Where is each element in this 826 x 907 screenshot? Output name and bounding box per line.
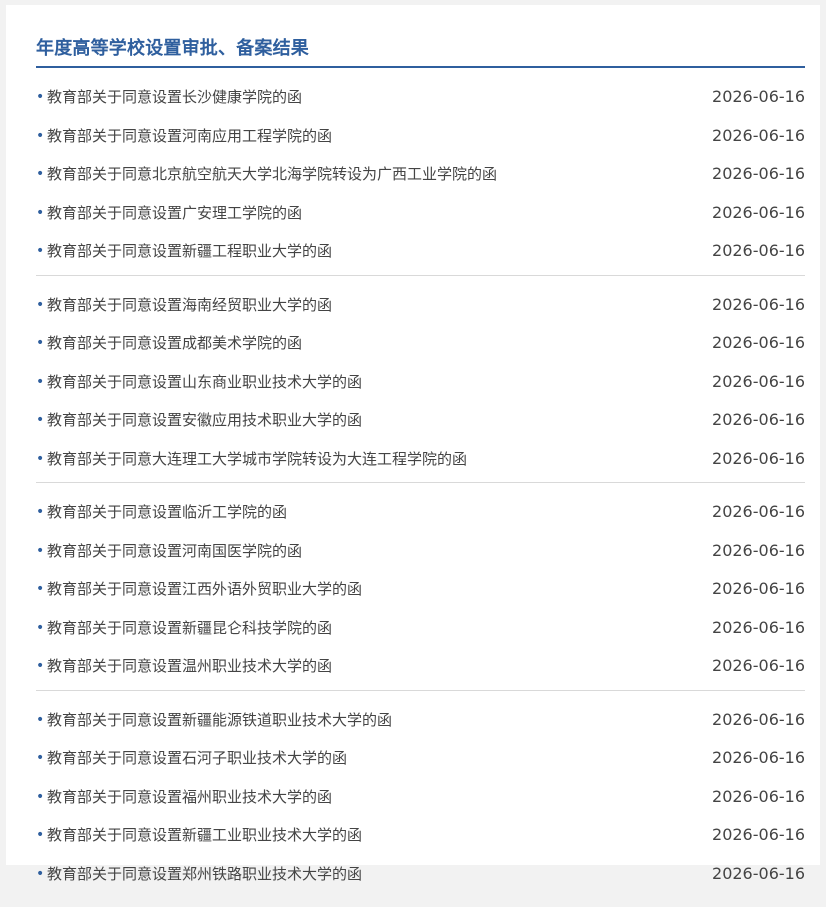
list-item-date: 2026-06-16: [712, 410, 805, 429]
list-item[interactable]: • 教育部关于同意设置郑州铁路职业技术大学的函 2026-06-16: [36, 855, 805, 894]
list-item-title-link[interactable]: 教育部关于同意设置新疆能源铁道职业技术大学的函: [47, 701, 392, 739]
list-item[interactable]: • 教育部关于同意设置江西外语外贸职业大学的函 2026-06-16: [36, 570, 805, 609]
list-item-date: 2026-06-16: [712, 540, 805, 560]
dot-bullet-icon: •: [36, 89, 45, 105]
dot-bullet-icon: •: [36, 504, 45, 520]
dot-bullet-icon: •: [36, 450, 45, 467]
notice-list: • 教育部关于同意设置长沙健康学院的函 2026-06-16 • 教育部关于同意设置河南…: [36, 78, 805, 907]
list-item-date: 2026-06-16: [712, 202, 805, 222]
list-item-date: 2026-06-16: [712, 164, 805, 183]
dot-bullet-icon: •: [36, 788, 45, 805]
list-item-title-link[interactable]: 教育部关于同意设置海南经贸职业大学的函: [47, 286, 332, 324]
dot-bullet-icon: •: [36, 373, 45, 390]
list-item-date: 2026-06-16: [712, 617, 805, 637]
notice-group: • 教育部关于同意设置海南经贸职业大学的函 2026-06-16 • 教育部关于同意设置…: [36, 286, 805, 483]
section-title: 年度高等学校设置审批、备案结果: [36, 38, 309, 59]
list-item-title-link[interactable]: 教育部关于同意设置温州职业技术大学的函: [47, 647, 332, 685]
list-item[interactable]: • 教育部关于同意设置临沂工学院的函 2026-06-16: [36, 493, 805, 532]
content-panel: 年度高等学校设置审批、备案结果 • 教育部关于同意设置长沙健康学院的函 2026-0…: [6, 5, 820, 883]
list-item[interactable]: • 教育部关于同意设置新疆工业职业技术大学的函 2026-06-16: [36, 816, 805, 855]
section-header: 年度高等学校设置审批、备案结果: [36, 35, 805, 68]
list-item-title-link[interactable]: 教育部关于同意设置石河子职业技术大学的函: [47, 739, 347, 777]
list-item-date: 2026-06-16: [712, 748, 805, 767]
list-item-date: 2026-06-16: [712, 656, 805, 675]
dot-bullet-icon: •: [36, 296, 45, 313]
dot-bullet-icon: •: [36, 243, 45, 259]
dot-bullet-icon: •: [36, 335, 45, 351]
list-item[interactable]: • 教育部关于同意设置温州职业技术大学的函 2026-06-16: [36, 647, 805, 686]
list-item-date: 2026-06-16: [712, 371, 805, 391]
list-item-title-link[interactable]: 教育部关于同意设置临沂工学院的函: [47, 493, 287, 531]
list-item[interactable]: • 教育部关于同意设置新疆工程职业大学的函 2026-06-16: [36, 232, 805, 271]
dot-bullet-icon: •: [36, 865, 45, 882]
dot-bullet-icon: •: [36, 166, 45, 182]
list-item-title-link[interactable]: 教育部关于同意设置河南应用工程学院的函: [47, 117, 332, 155]
list-item[interactable]: • 教育部关于同意设置山东商业职业技术大学的函 2026-06-16: [36, 363, 805, 402]
dot-bullet-icon: •: [36, 204, 45, 221]
list-item[interactable]: • 教育部关于同意设置新疆昆仑科技学院的函 2026-06-16: [36, 609, 805, 648]
list-item-title-link[interactable]: 教育部关于同意设置成都美术学院的函: [47, 324, 302, 362]
dot-bullet-icon: •: [36, 581, 45, 597]
list-item-title-link[interactable]: 教育部关于同意设置新疆工程职业大学的函: [47, 232, 332, 270]
list-item-title-link[interactable]: 教育部关于同意北京航空航天大学北海学院转设为广西工业学院的函: [47, 155, 497, 193]
list-item-date: 2026-06-16: [712, 241, 805, 260]
list-item[interactable]: • 教育部关于同意设置石河子职业技术大学的函 2026-06-16: [36, 739, 805, 778]
list-item-title-link[interactable]: 教育部关于同意大连理工大学城市学院转设为大连工程学院的函: [47, 440, 467, 478]
list-item-title-link[interactable]: 教育部关于同意设置山东商业职业技术大学的函: [47, 363, 362, 401]
list-item-date: 2026-06-16: [712, 294, 805, 314]
list-item-date: 2026-06-16: [712, 502, 805, 521]
list-item[interactable]: • 教育部关于同意设置河南应用工程学院的函 2026-06-16: [36, 117, 805, 156]
list-item[interactable]: • 教育部关于同意设置成都美术学院的函 2026-06-16: [36, 324, 805, 363]
list-item-date: 2026-06-16: [712, 333, 805, 352]
list-item[interactable]: • 教育部关于同意设置安徽应用技术职业大学的函 2026-06-16: [36, 401, 805, 440]
list-item[interactable]: • 教育部关于同意设置广安理工学院的函 2026-06-16: [36, 194, 805, 233]
list-item-title-link[interactable]: 教育部关于同意设置河南国医学院的函: [47, 532, 302, 570]
list-item-title-link[interactable]: 教育部关于同意设置新疆工业职业技术大学的函: [47, 816, 362, 854]
dot-bullet-icon: •: [36, 619, 45, 636]
list-item-date: 2026-06-16: [712, 579, 805, 598]
dot-bullet-icon: •: [36, 127, 45, 144]
dot-bullet-icon: •: [36, 658, 45, 674]
notice-group: • 教育部关于同意设置临沂工学院的函 2026-06-16 • 教育部关于同意设置河南国…: [36, 493, 805, 691]
list-item-title-link[interactable]: 教育部关于同意设置新疆昆仑科技学院的函: [47, 609, 332, 647]
list-item-date: 2026-06-16: [712, 825, 805, 844]
list-item[interactable]: • 教育部关于同意北京航空航天大学北海学院转设为广西工业学院的函 2026-06-1…: [36, 155, 805, 194]
list-item[interactable]: • 教育部关于同意设置河南国医学院的函 2026-06-16: [36, 532, 805, 571]
list-item[interactable]: • 教育部关于同意大连理工大学城市学院转设为大连工程学院的函 2026-06-16: [36, 440, 805, 479]
list-item-title-link[interactable]: 教育部关于同意设置江西外语外贸职业大学的函: [47, 570, 362, 608]
notice-group: • 教育部关于同意设置长沙健康学院的函 2026-06-16 • 教育部关于同意设置河南…: [36, 78, 805, 276]
notice-group: • 教育部关于同意设置新疆能源铁道职业技术大学的函 2026-06-16 • 教育部关于…: [36, 701, 805, 898]
list-item-title-link[interactable]: 教育部关于同意设置广安理工学院的函: [47, 194, 302, 232]
list-item-date: 2026-06-16: [712, 87, 805, 106]
list-item-title-link[interactable]: 教育部关于同意设置长沙健康学院的函: [47, 78, 302, 116]
list-item-title-link[interactable]: 教育部关于同意设置郑州铁路职业技术大学的函: [47, 855, 362, 893]
list-item[interactable]: • 教育部关于同意设置长沙健康学院的函 2026-06-16: [36, 78, 805, 117]
dot-bullet-icon: •: [36, 750, 45, 766]
dot-bullet-icon: •: [36, 711, 45, 728]
list-item-date: 2026-06-16: [712, 125, 805, 145]
list-item-date: 2026-06-16: [712, 863, 805, 883]
list-item-date: 2026-06-16: [712, 786, 805, 806]
list-item[interactable]: • 教育部关于同意设置新疆能源铁道职业技术大学的函 2026-06-16: [36, 701, 805, 740]
list-item-date: 2026-06-16: [712, 709, 805, 729]
list-item[interactable]: • 教育部关于同意设置海南经贸职业大学的函 2026-06-16: [36, 286, 805, 325]
list-item[interactable]: • 教育部关于同意设置福州职业技术大学的函 2026-06-16: [36, 778, 805, 817]
list-item-date: 2026-06-16: [712, 448, 805, 468]
dot-bullet-icon: •: [36, 827, 45, 843]
list-item-title-link[interactable]: 教育部关于同意设置福州职业技术大学的函: [47, 778, 332, 816]
dot-bullet-icon: •: [36, 542, 45, 559]
dot-bullet-icon: •: [36, 412, 45, 428]
list-item-title-link[interactable]: 教育部关于同意设置安徽应用技术职业大学的函: [47, 401, 362, 439]
